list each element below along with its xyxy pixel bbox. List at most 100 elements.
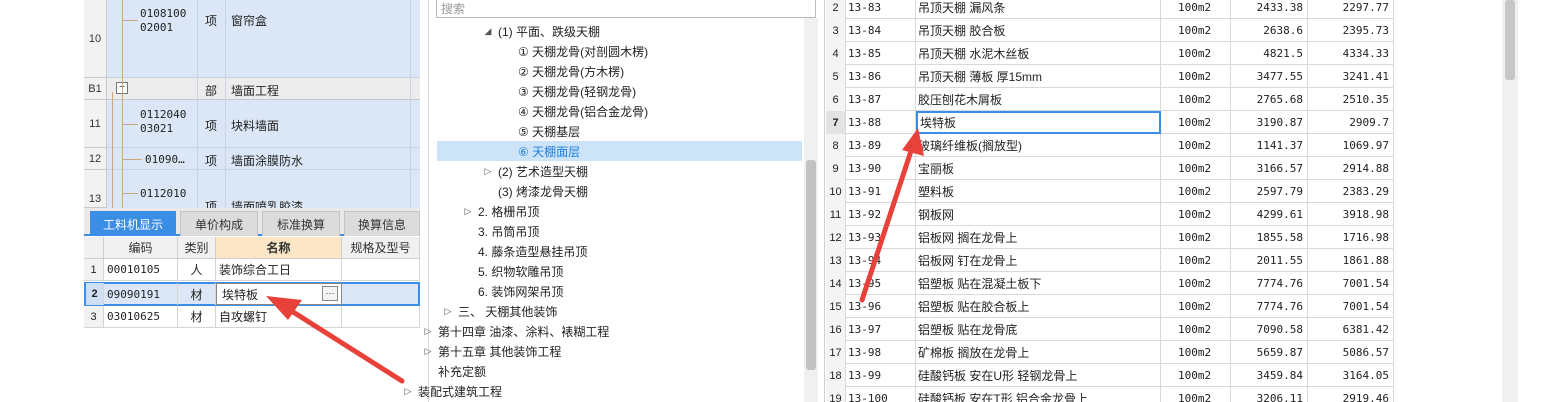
quota-base-price[interactable]: 7001.54 bbox=[1308, 295, 1394, 318]
quota-price[interactable]: 4821.5 bbox=[1231, 42, 1308, 65]
table-row[interactable]: 11 13-92 钢板网 100m2 4299.61 3918.98 bbox=[826, 203, 1394, 226]
quota-price[interactable]: 4299.61 bbox=[1231, 203, 1308, 226]
quota-unit[interactable]: 100m2 bbox=[1161, 249, 1231, 272]
quota-unit[interactable]: 100m2 bbox=[1161, 42, 1231, 65]
quota-unit[interactable]: 100m2 bbox=[1161, 203, 1231, 226]
table-row[interactable]: 2 13-83 吊顶天棚 漏风条 100m2 2433.38 2297.77 bbox=[826, 0, 1394, 19]
quota-price[interactable]: 7774.76 bbox=[1231, 295, 1308, 318]
ellipsis-button[interactable]: ··· bbox=[322, 286, 338, 301]
column-header-code[interactable]: 编码 bbox=[104, 237, 178, 259]
quota-price[interactable]: 2011.55 bbox=[1231, 249, 1308, 272]
material-type[interactable]: 材 bbox=[178, 306, 216, 328]
quota-code[interactable]: 13-100 bbox=[846, 387, 916, 402]
quota-base-price[interactable]: 3164.05 bbox=[1308, 364, 1394, 387]
quota-name[interactable]: 宝丽板 bbox=[916, 157, 1161, 180]
quota-code[interactable]: 13-83 bbox=[846, 0, 916, 19]
quota-name[interactable]: 铝板网 钉在龙骨上 bbox=[916, 249, 1161, 272]
tab-conversion-info[interactable]: 换算信息 bbox=[344, 211, 420, 236]
quota-code[interactable]: 13-96 bbox=[846, 295, 916, 318]
table-row[interactable]: 3 13-84 吊顶天棚 胶合板 100m2 2638.6 2395.73 bbox=[826, 19, 1394, 42]
table-row[interactable]: 10 13-91 塑料板 100m2 2597.79 2383.29 bbox=[826, 180, 1394, 203]
table-row[interactable]: 18 13-99 硅酸钙板 安在U形 轻钢龙骨上 100m2 3459.84 3164.0… bbox=[826, 364, 1394, 387]
quota-price[interactable]: 7774.76 bbox=[1231, 272, 1308, 295]
quota-code[interactable]: 13-90 bbox=[846, 157, 916, 180]
material-type[interactable]: 人 bbox=[178, 259, 216, 281]
quota-code[interactable]: 13-85 bbox=[846, 42, 916, 65]
tree-node[interactable]: 6. 装饰网架吊顶 bbox=[462, 281, 802, 301]
table-row[interactable]: 17 13-98 矿棉板 搁放在龙骨上 100m2 5659.87 5086.57 bbox=[826, 341, 1394, 364]
quota-code[interactable]: 13-99 bbox=[846, 364, 916, 387]
quota-base-price[interactable]: 2909.7 bbox=[1308, 111, 1394, 134]
table-row[interactable]: 19 13-100 硅酸钙板 安在T形 铝合金龙骨上 100m2 3206.11 2919… bbox=[826, 387, 1394, 402]
quota-unit[interactable]: 100m2 bbox=[1161, 295, 1231, 318]
quota-base-price[interactable]: 5086.57 bbox=[1308, 341, 1394, 364]
material-name-editor[interactable]: 埃特板 ··· bbox=[216, 283, 342, 305]
table-row[interactable]: 13 13-94 铝板网 钉在龙骨上 100m2 2011.55 1861.88 bbox=[826, 249, 1394, 272]
quota-name[interactable]: 吊顶天棚 薄板 厚15mm bbox=[916, 65, 1161, 88]
quota-base-price[interactable]: 2914.88 bbox=[1308, 157, 1394, 180]
material-code[interactable]: 03010625 bbox=[104, 306, 178, 328]
material-spec[interactable] bbox=[342, 306, 420, 328]
quota-name[interactable]: 吊顶天棚 漏风条 bbox=[916, 0, 1161, 19]
material-name-value[interactable]: 埃特板 bbox=[222, 286, 258, 303]
quota-base-price[interactable]: 7001.54 bbox=[1308, 272, 1394, 295]
quota-base-price[interactable]: 1861.88 bbox=[1308, 249, 1394, 272]
quota-price[interactable]: 2765.68 bbox=[1231, 88, 1308, 111]
quota-name[interactable]: 铝塑板 贴在龙骨底 bbox=[916, 318, 1161, 341]
quota-price[interactable]: 1855.58 bbox=[1231, 226, 1308, 249]
tree-node[interactable]: ⑥ 天棚面层 bbox=[437, 141, 802, 161]
quota-name[interactable]: 铝塑板 贴在胶合板上 bbox=[916, 295, 1161, 318]
search-input[interactable]: 搜索 bbox=[436, 0, 816, 18]
table-row[interactable]: 7 13-88 埃特板 100m2 3190.87 2909.7 bbox=[826, 111, 1394, 134]
quota-base-price[interactable]: 1069.97 bbox=[1308, 134, 1394, 157]
tree-node[interactable]: 5. 织物软雕吊顶 bbox=[462, 261, 802, 281]
quota-base-price[interactable]: 2383.29 bbox=[1308, 180, 1394, 203]
quota-base-price[interactable]: 1716.98 bbox=[1308, 226, 1394, 249]
expand-arrow-icon[interactable]: ▷ bbox=[462, 206, 474, 217]
quota-price[interactable]: 5659.87 bbox=[1231, 341, 1308, 364]
quota-price[interactable]: 2433.38 bbox=[1231, 0, 1308, 19]
table-row[interactable]: 9 13-90 宝丽板 100m2 3166.57 2914.88 bbox=[826, 157, 1394, 180]
quota-code[interactable]: 13-84 bbox=[846, 19, 916, 42]
quota-unit[interactable]: 100m2 bbox=[1161, 341, 1231, 364]
tree-node[interactable]: ▷ 装配式建筑工程 bbox=[402, 381, 802, 401]
quota-price[interactable]: 1141.37 bbox=[1231, 134, 1308, 157]
table-row[interactable]: 8 13-89 玻璃纤维板(搁放型) 100m2 1141.37 1069.97 bbox=[826, 134, 1394, 157]
quota-name[interactable]: 矿棉板 搁放在龙骨上 bbox=[916, 341, 1161, 364]
tree-node[interactable]: ▷ 2. 格栅吊顶 bbox=[462, 201, 802, 221]
tree-node[interactable]: ▷ 三、 天棚其他装饰 bbox=[442, 301, 802, 321]
quota-base-price[interactable]: 2510.35 bbox=[1308, 88, 1394, 111]
quota-unit[interactable]: 100m2 bbox=[1161, 364, 1231, 387]
tree-node[interactable]: (3) 烤漆龙骨天棚 bbox=[482, 181, 802, 201]
tree-node[interactable]: ⑤ 天棚基层 bbox=[502, 121, 802, 141]
tree-node[interactable]: 3. 吊筒吊顶 bbox=[462, 221, 802, 241]
quota-name[interactable]: 吊顶天棚 胶合板 bbox=[916, 19, 1161, 42]
quota-code[interactable]: 13-89 bbox=[846, 134, 916, 157]
table-row[interactable]: 16 13-97 铝塑板 贴在龙骨底 100m2 7090.58 6381.42 bbox=[826, 318, 1394, 341]
table-row[interactable]: 12 13-93 铝板网 搁在龙骨上 100m2 1855.58 1716.98 bbox=[826, 226, 1394, 249]
quota-base-price[interactable]: 2297.77 bbox=[1308, 0, 1394, 19]
tree-node[interactable]: ③ 天棚龙骨(轻钢龙骨) bbox=[502, 81, 802, 101]
quota-price[interactable]: 3166.57 bbox=[1231, 157, 1308, 180]
quota-price[interactable]: 2638.6 bbox=[1231, 19, 1308, 42]
quota-code[interactable]: 13-92 bbox=[846, 203, 916, 226]
quota-unit[interactable]: 100m2 bbox=[1161, 0, 1231, 19]
expand-arrow-icon[interactable]: ▷ bbox=[422, 326, 434, 337]
material-spec[interactable] bbox=[342, 259, 420, 281]
quota-code[interactable]: 13-87 bbox=[846, 88, 916, 111]
quota-unit[interactable]: 100m2 bbox=[1161, 19, 1231, 42]
quota-unit[interactable]: 100m2 bbox=[1161, 226, 1231, 249]
quota-price[interactable]: 3459.84 bbox=[1231, 364, 1308, 387]
quota-code[interactable]: 13-91 bbox=[846, 180, 916, 203]
quota-code[interactable]: 13-86 bbox=[846, 65, 916, 88]
quota-price[interactable]: 3477.55 bbox=[1231, 65, 1308, 88]
tree-node[interactable]: ▷ 第十五章 其他装饰工程 bbox=[422, 341, 802, 361]
material-code[interactable]: 09090191 bbox=[104, 283, 178, 305]
tree-scrollbar-thumb[interactable] bbox=[806, 160, 816, 370]
quota-base-price[interactable]: 2919.46 bbox=[1308, 387, 1394, 402]
quota-code[interactable]: 13-93 bbox=[846, 226, 916, 249]
quota-unit[interactable]: 100m2 bbox=[1161, 180, 1231, 203]
expand-arrow-icon[interactable]: ▷ bbox=[442, 306, 454, 317]
quota-price[interactable]: 2597.79 bbox=[1231, 180, 1308, 203]
expand-arrow-icon[interactable]: ▷ bbox=[402, 386, 414, 397]
